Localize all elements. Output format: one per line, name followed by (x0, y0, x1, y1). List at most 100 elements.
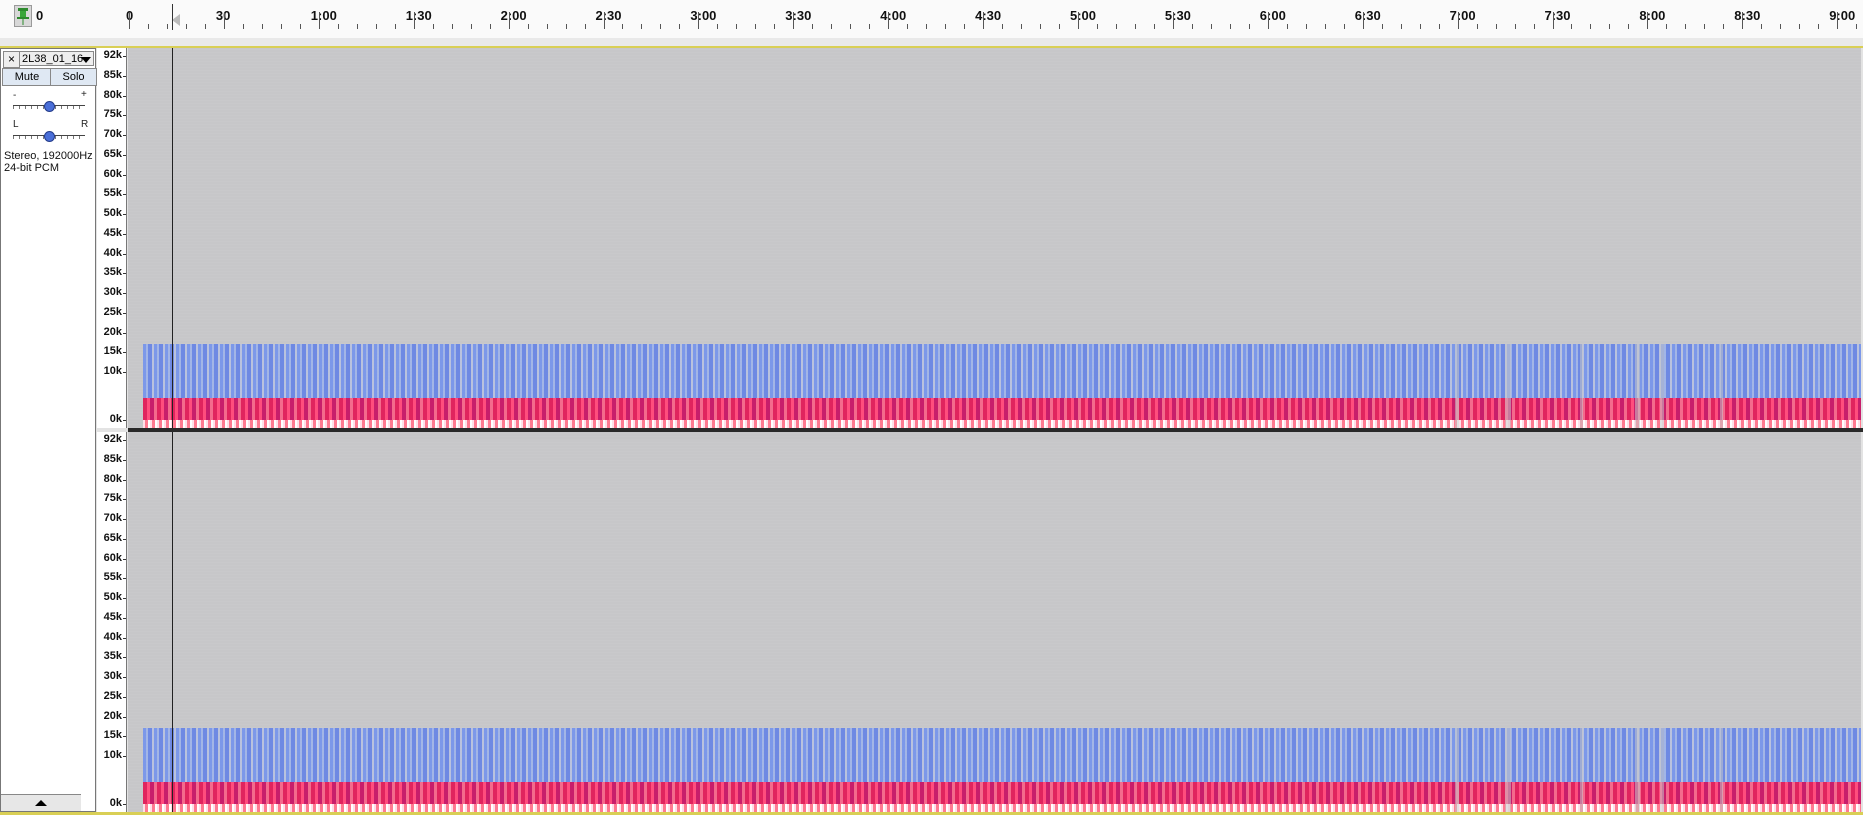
track-format-bits: 24-bit PCM (4, 162, 60, 174)
ruler-time-label: 5:30 (1164, 8, 1191, 23)
ruler-tick (907, 24, 909, 29)
frequency-ruler-right-channel[interactable]: 92k 85k 80k 75k 70k 65k 60k 55k 50k 45k 40k 35k 30k 2… (97, 432, 127, 812)
ruler-tick (1191, 24, 1193, 29)
ruler-tick (1343, 24, 1345, 29)
ruler-tick (1533, 24, 1535, 29)
frequency-tick (123, 95, 126, 97)
collapse-track-button[interactable] (1, 794, 81, 811)
spectrogram-quiet-gap (1660, 344, 1664, 428)
frequency-tick (123, 293, 126, 295)
ruler-tick (337, 24, 339, 29)
dropdown-arrow-icon (81, 57, 91, 63)
edit-cursor-line (172, 4, 173, 30)
ruler-tick (1248, 24, 1250, 29)
ruler-tick (983, 12, 985, 29)
edit-cursor-left (172, 48, 173, 428)
ruler-tick (1837, 12, 1839, 29)
ruler-time-label: 8:00 (1639, 8, 1666, 23)
ruler-tick (299, 24, 301, 29)
frequency-ruler-left-channel[interactable]: 92k 85k 80k 75k 70k 65k 60k 55k 50k 45k 40k 35k 30k 2… (97, 48, 127, 428)
timeline-ruler[interactable]: 0 0 301:001:302:002:303:003:304:004:305:… (0, 0, 1863, 39)
ruler-time-label: 1:30 (405, 8, 432, 23)
solo-button[interactable]: Solo (50, 68, 97, 86)
frequency-label: 50k (103, 207, 122, 220)
frequency-label: 65k (103, 147, 122, 160)
frequency-label: 40k (103, 246, 122, 259)
frequency-tick (123, 214, 126, 216)
frequency-tick (123, 578, 126, 580)
frequency-label: 45k (103, 226, 122, 239)
ruler-start-label: 0 (36, 8, 44, 23)
frequency-tick (123, 716, 126, 718)
ruler-tick (1286, 24, 1288, 29)
ruler-tick (223, 12, 225, 29)
spectrogram-right-channel[interactable] (128, 432, 1861, 812)
ruler-tick (375, 24, 377, 29)
frequency-tick (123, 756, 126, 758)
spectrogram-left-channel[interactable] (128, 48, 1861, 428)
ruler-tick (1761, 24, 1763, 29)
spectrogram-peak-band (143, 803, 1861, 812)
frequency-tick (123, 499, 126, 501)
frequency-tick (123, 273, 126, 275)
frequency-label: 85k (103, 452, 122, 465)
frequency-tick (123, 194, 126, 196)
track-name-label: 2L38_01_16 (22, 53, 84, 65)
ruler-tick (356, 24, 358, 29)
frequency-label: 55k (103, 571, 122, 584)
ruler-tick (1153, 24, 1155, 29)
frequency-label: 0k (109, 413, 122, 425)
gain-slider-thumb[interactable] (44, 101, 55, 112)
frequency-label: 45k (103, 610, 122, 623)
ruler-tick (1267, 12, 1269, 29)
ruler-tick (641, 24, 643, 29)
ruler-tick (622, 24, 624, 29)
play-region-marker[interactable] (172, 14, 180, 26)
frequency-tick (123, 637, 126, 639)
spectrogram-quiet-gap (1505, 344, 1511, 428)
frequency-label: 35k (103, 266, 122, 279)
track-name-menu[interactable]: 2L38_01_16 (19, 51, 94, 66)
ruler-tick (1685, 24, 1687, 29)
ruler-tick (204, 24, 206, 29)
ruler-tick (584, 24, 586, 29)
ruler-tick (508, 12, 510, 29)
frequency-tick (123, 115, 126, 117)
frequency-label: 20k (103, 709, 122, 722)
pan-slider-thumb[interactable] (44, 131, 55, 142)
frequency-tick (123, 657, 126, 659)
ruler-tick (698, 12, 700, 29)
ruler-tick (831, 24, 833, 29)
ruler-tick (1628, 24, 1630, 29)
spectrogram-quiet-gap (1580, 728, 1583, 812)
ruler-tick (394, 24, 396, 29)
frequency-tick (123, 135, 126, 137)
ruler-tick (1059, 24, 1061, 29)
ruler-tick (1362, 12, 1364, 29)
ruler-tick (318, 12, 320, 29)
ruler-tick (185, 24, 187, 29)
frequency-label: 60k (103, 167, 122, 180)
frequency-tick (123, 440, 126, 441)
frequency-tick (123, 558, 126, 560)
edit-cursor-right (172, 432, 173, 812)
ruler-tick (432, 24, 434, 29)
ruler-tick (280, 24, 282, 29)
track-control-panel[interactable]: × 2L38_01_16 Mute Solo - + L R Stereo, 1… (0, 48, 97, 812)
ruler-bottom-bar (0, 38, 1863, 48)
ruler-tick (1096, 24, 1098, 29)
ruler-tick (1115, 24, 1117, 29)
mute-button[interactable]: Mute (2, 68, 52, 86)
ruler-tick (964, 24, 966, 29)
ruler-tick (565, 24, 567, 29)
pin-playhead-button[interactable] (14, 5, 32, 27)
ruler-time-label: 6:30 (1354, 8, 1381, 23)
ruler-tick (774, 24, 776, 29)
ruler-time-label: 7:00 (1449, 8, 1476, 23)
spectrogram-peak-band (143, 419, 1861, 428)
frequency-tick (123, 174, 126, 176)
frequency-tick (123, 677, 126, 679)
ruler-time-label: 6:00 (1259, 8, 1286, 23)
close-track-button[interactable]: × (3, 51, 20, 68)
ruler-tick (413, 12, 415, 29)
